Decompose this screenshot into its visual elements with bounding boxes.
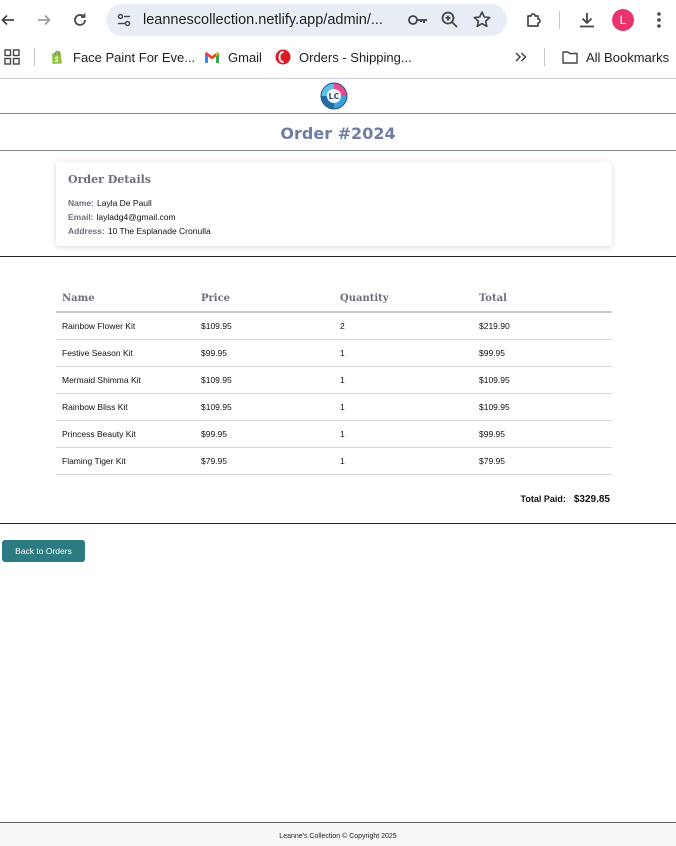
order-details-card: Order Details Name: Layla De Paull Email:… (56, 162, 612, 246)
name-value: Layla De Paull (96, 198, 152, 208)
item-name: Rainbow Flower Kit (56, 312, 195, 340)
logo-text: LC (329, 92, 340, 101)
profile-avatar[interactable]: L (612, 9, 634, 31)
item-price: $79.95 (195, 447, 334, 475)
table-row: Rainbow Flower Kit $109.95 2 $219.90 (56, 312, 612, 340)
customer-name: Name: Layla De Paull (68, 198, 152, 208)
total-paid-label: Total Paid: (520, 494, 566, 504)
item-price: $99.95 (195, 420, 334, 448)
item-name: Mermaid Shimma Kit (56, 366, 195, 394)
password-key-icon[interactable] (407, 10, 429, 35)
reload-icon[interactable] (68, 8, 92, 32)
item-quantity: 1 (334, 420, 473, 448)
toolbar-separator (559, 11, 560, 29)
forward-arrow-icon[interactable] (32, 8, 56, 32)
customer-email: Email: layladg4@gmail.com (68, 212, 176, 222)
item-price: $109.95 (195, 366, 334, 394)
bookmarks-bar: Face Paint For Eve... Gmail Orders - Shi… (0, 40, 676, 74)
table-row: Princess Beauty Kit $99.95 1 $99.95 (56, 420, 612, 448)
table-row: Rainbow Bliss Kit $109.95 1 $109.95 (56, 393, 612, 421)
total-paid: Total Paid: $329.85 (450, 494, 611, 505)
address-value: 10 The Esplanade Cronulla (107, 226, 211, 236)
column-header-name: Name (56, 286, 195, 313)
item-quantity: 1 (334, 339, 473, 367)
address-bar[interactable]: leannescollection.netlify.app/admin/... (106, 4, 507, 36)
item-total: $219.90 (473, 312, 612, 340)
item-name: Flaming Tiger Kit (56, 447, 195, 475)
site-settings-icon[interactable] (113, 9, 135, 31)
item-price: $99.95 (195, 339, 334, 367)
australia-post-icon (275, 49, 291, 65)
more-bookmarks-chevron-icon[interactable] (514, 48, 528, 66)
column-header-quantity: Quantity (334, 286, 473, 313)
bookmark-orders-shipping[interactable]: Orders - Shipping... (275, 48, 412, 66)
section-divider (0, 523, 676, 524)
bookmarks-separator (34, 48, 35, 66)
item-total: $79.95 (473, 447, 612, 475)
all-bookmarks-label: All Bookmarks (586, 49, 670, 65)
table-row: Mermaid Shimma Kit $109.95 1 $109.95 (56, 366, 612, 394)
page-title: Order #2024 (280, 124, 396, 143)
all-bookmarks-button[interactable]: All Bookmarks (562, 48, 669, 66)
section-divider (0, 256, 676, 257)
extensions-icon[interactable] (522, 8, 546, 32)
item-total: $109.95 (473, 393, 612, 421)
item-price: $109.95 (195, 393, 334, 421)
column-header-price: Price (195, 286, 334, 313)
bookmark-label: Face Paint For Eve... (73, 49, 196, 65)
bookmark-label: Gmail (228, 49, 262, 65)
site-logo[interactable]: LC (320, 82, 348, 110)
item-total: $99.95 (473, 420, 612, 448)
more-menu-icon[interactable] (647, 8, 671, 32)
customer-address: Address: 10 The Esplanade Cronulla (68, 226, 211, 236)
item-quantity: 1 (334, 447, 473, 475)
email-value: layladg4@gmail.com (96, 212, 176, 222)
table-header-row: Name Price Quantity Total (56, 286, 612, 313)
item-price: $109.95 (195, 312, 334, 340)
column-header-total: Total (473, 286, 612, 313)
table-row: Festive Season Kit $99.95 1 $99.95 (56, 339, 612, 367)
item-name: Rainbow Bliss Kit (56, 393, 195, 421)
folder-icon (562, 49, 578, 65)
shopify-icon (49, 49, 65, 65)
back-to-orders-button[interactable]: Back to Orders (2, 540, 85, 562)
table-row: Flaming Tiger Kit $79.95 1 $79.95 (56, 447, 612, 475)
order-items-table: Name Price Quantity Total Rainbow Flower… (56, 286, 612, 475)
item-quantity: 1 (334, 366, 473, 394)
total-paid-value: $329.85 (573, 494, 610, 505)
browser-toolbar: leannescollection.netlify.app/admin/... … (0, 0, 676, 40)
url-text[interactable]: leannescollection.netlify.app/admin/... (143, 12, 383, 28)
footer: Leanne's Collection © Copyright 2025 (0, 822, 676, 846)
back-arrow-icon[interactable] (0, 8, 20, 32)
item-total: $99.95 (473, 339, 612, 367)
name-label: Name: (68, 198, 94, 208)
page-content: LC Order #2024 Order Details Name: Layla … (0, 78, 676, 846)
bookmark-label: Orders - Shipping... (299, 49, 412, 65)
header-top-border (0, 78, 676, 79)
download-icon[interactable] (575, 8, 599, 32)
email-label: Email: (68, 212, 94, 222)
order-details-heading: Order Details (68, 173, 151, 186)
bookmark-face-paint[interactable]: Face Paint For Eve... (49, 48, 195, 66)
gmail-icon (204, 49, 220, 65)
bookmarks-separator (544, 48, 545, 66)
zoom-icon[interactable] (440, 10, 460, 35)
item-name: Princess Beauty Kit (56, 420, 195, 448)
bookmark-star-icon[interactable] (471, 9, 493, 36)
bookmark-gmail[interactable]: Gmail (204, 48, 262, 66)
copyright-text: Leanne's Collection © Copyright 2025 (279, 833, 397, 840)
item-total: $109.95 (473, 366, 612, 394)
apps-grid-icon[interactable] (4, 48, 20, 66)
address-label: Address: (68, 226, 105, 236)
item-name: Festive Season Kit (56, 339, 195, 367)
item-quantity: 1 (334, 393, 473, 421)
item-quantity: 2 (334, 312, 473, 340)
